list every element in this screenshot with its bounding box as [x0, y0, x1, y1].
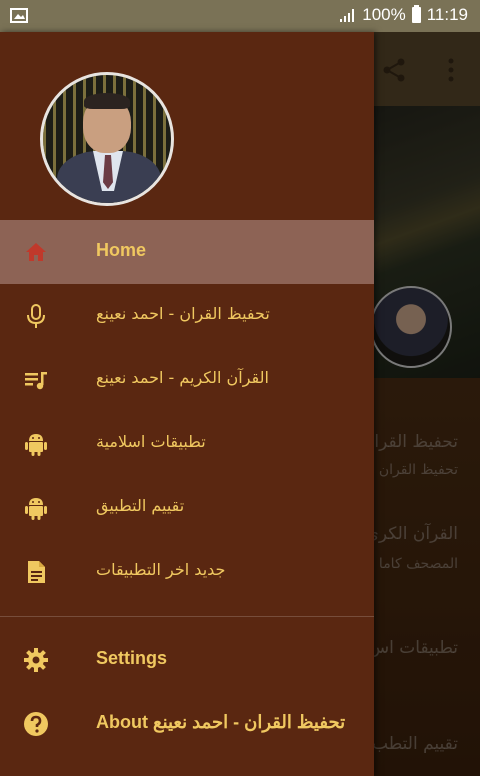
menu-item-rate-app[interactable]: تقييم التطبيق	[0, 476, 374, 540]
battery-percent: 100%	[362, 5, 406, 24]
status-bar: 100% 11:19	[0, 0, 480, 32]
avatar	[40, 72, 174, 206]
menu-item-about[interactable]: About تحفيظ القران - احمد نعينع	[0, 692, 374, 756]
menu-item-new-apps[interactable]: جديد اخر التطبيقات	[0, 540, 374, 604]
settings-label: Settings	[96, 648, 168, 668]
image-notification-icon	[10, 8, 28, 23]
navigation-drawer: Home تحفيظ القران - احمد نعينع القرآن ال…	[0, 32, 374, 776]
menu-item-label: تقييم التطبيق	[96, 496, 185, 515]
menu-divider	[0, 616, 374, 617]
menu-item-home[interactable]: Home	[0, 220, 374, 284]
menu-item-label: جديد اخر التطبيقات	[96, 560, 226, 579]
android-icon	[25, 498, 47, 520]
document-icon	[28, 561, 45, 583]
about-label: About تحفيظ القران - احمد نعينع	[96, 712, 346, 732]
home-icon	[26, 243, 46, 261]
menu-item-label: تطبيقات اسلامية	[96, 432, 206, 451]
menu-item-label: تحفيظ القران - احمد نعينع	[96, 304, 270, 323]
signal-icon	[340, 8, 355, 22]
menu-item-label: القرآن الكريم - احمد نعينع	[96, 368, 269, 387]
menu-item-quran-memorization[interactable]: تحفيظ القران - احمد نعينع	[0, 284, 374, 348]
microphone-icon	[27, 304, 45, 328]
menu-item-label: Home	[96, 240, 147, 260]
menu-item-islamic-apps[interactable]: تطبيقات اسلامية	[0, 412, 374, 476]
battery-icon	[411, 5, 421, 23]
menu-item-holy-quran[interactable]: القرآن الكريم - احمد نعينع	[0, 348, 374, 412]
android-icon	[25, 434, 47, 456]
clock: 11:19	[426, 5, 468, 24]
menu-item-settings[interactable]: Settings	[0, 628, 374, 692]
gear-icon	[24, 648, 48, 672]
help-icon	[24, 712, 48, 736]
music-list-icon	[25, 372, 47, 390]
